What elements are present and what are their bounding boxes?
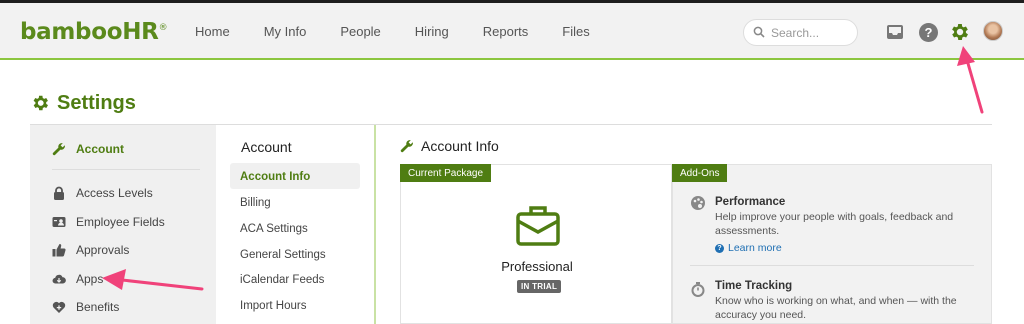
- current-package-tag: Current Package: [400, 164, 492, 182]
- nav-my-info[interactable]: My Info: [264, 24, 307, 39]
- nav-hiring[interactable]: Hiring: [415, 24, 449, 39]
- addon-title-time-tracking: Time Tracking: [715, 280, 793, 292]
- submenu-item-icalendar-feeds[interactable]: iCalendar Feeds: [240, 274, 324, 286]
- addon-desc-time-tracking: Know who is working on what, and when — …: [715, 295, 957, 321]
- sidebar-item-label: Benefits: [76, 300, 120, 314]
- nav-people[interactable]: People: [340, 24, 380, 39]
- account-info-heading: Account Info: [400, 138, 499, 154]
- sidebar-item-access-levels[interactable]: Access Levels: [52, 186, 153, 200]
- help-icon[interactable]: ?: [919, 23, 938, 42]
- sidebar-item-label: Approvals: [76, 243, 130, 257]
- settings-gear-icon: [33, 95, 48, 111]
- main-nav: Home My Info People Hiring Reports Files: [195, 24, 624, 39]
- learn-more-link[interactable]: ? Learn more: [715, 242, 782, 254]
- annotation-arrow-icon: [957, 46, 984, 114]
- palette-icon: [691, 196, 705, 210]
- search-placeholder: Search...: [771, 26, 820, 40]
- sidebar-item-approvals[interactable]: Approvals: [52, 243, 129, 257]
- submenu-item-import-hours[interactable]: Import Hours: [240, 300, 306, 312]
- logo-text: bambooHR: [20, 19, 159, 45]
- id-card-icon: [52, 217, 66, 227]
- search-input[interactable]: Search...: [743, 19, 858, 46]
- page-title-text: Settings: [57, 91, 136, 114]
- nav-home[interactable]: Home: [195, 24, 230, 39]
- top-navigation-bar: bambooHR® Home My Info People Hiring Rep…: [0, 0, 1024, 60]
- search-icon: [753, 26, 765, 38]
- addons-panel: Add-Ons Performance Help improve your pe…: [672, 164, 992, 324]
- nav-files[interactable]: Files: [562, 24, 589, 39]
- nav-reports[interactable]: Reports: [483, 24, 529, 39]
- briefcase-icon: [516, 206, 560, 246]
- bamboohr-logo[interactable]: bambooHR®: [20, 19, 168, 45]
- submenu-item-account-info[interactable]: Account Info: [240, 171, 310, 183]
- sidebar-item-employee-fields[interactable]: Employee Fields: [52, 215, 165, 229]
- sidebar-item-label: Employee Fields: [76, 215, 165, 229]
- page-title: Settings: [30, 90, 136, 116]
- submenu-item-general-settings[interactable]: General Settings: [240, 249, 326, 261]
- sidebar-item-apps[interactable]: Apps: [52, 272, 103, 286]
- cloud-icon: [52, 274, 66, 284]
- addons-tag: Add-Ons: [672, 164, 728, 182]
- package-name: Professional: [501, 259, 573, 274]
- user-avatar[interactable]: [983, 21, 1003, 41]
- thumbs-up-icon: [52, 244, 66, 257]
- status-badge: IN TRIAL: [517, 280, 562, 293]
- wrench-icon: [52, 143, 65, 156]
- sidebar-item-label: Access Levels: [76, 186, 153, 200]
- current-package-card: Current Package Professional IN TRIAL: [400, 164, 672, 324]
- sidebar-item-benefits[interactable]: Benefits: [52, 300, 119, 314]
- divider: [690, 265, 974, 266]
- stopwatch-icon: [691, 282, 705, 297]
- wrench-icon: [400, 140, 413, 153]
- submenu-item-aca-settings[interactable]: ACA Settings: [240, 223, 308, 235]
- addon-desc-performance: Help improve your people with goals, fee…: [715, 211, 954, 237]
- divider: [374, 125, 376, 324]
- inbox-icon[interactable]: [886, 23, 904, 41]
- lock-icon: [54, 186, 64, 200]
- sidebar-item-account[interactable]: Account: [52, 142, 124, 156]
- addon-title-performance: Performance: [715, 196, 786, 208]
- sidebar-item-label: Account: [76, 142, 124, 156]
- submenu-heading: Account: [241, 139, 292, 155]
- account-submenu: Account Account Info Billing ACA Setting…: [216, 125, 374, 324]
- divider: [52, 169, 200, 170]
- learn-more-label: Learn more: [728, 242, 782, 254]
- settings-gear-icon[interactable]: [949, 21, 971, 43]
- annotation-arrow-icon: [102, 269, 204, 291]
- submenu-item-billing[interactable]: Billing: [240, 197, 271, 209]
- account-info-title: Account Info: [421, 138, 499, 154]
- info-icon: ?: [715, 243, 724, 253]
- heart-icon: [52, 301, 66, 313]
